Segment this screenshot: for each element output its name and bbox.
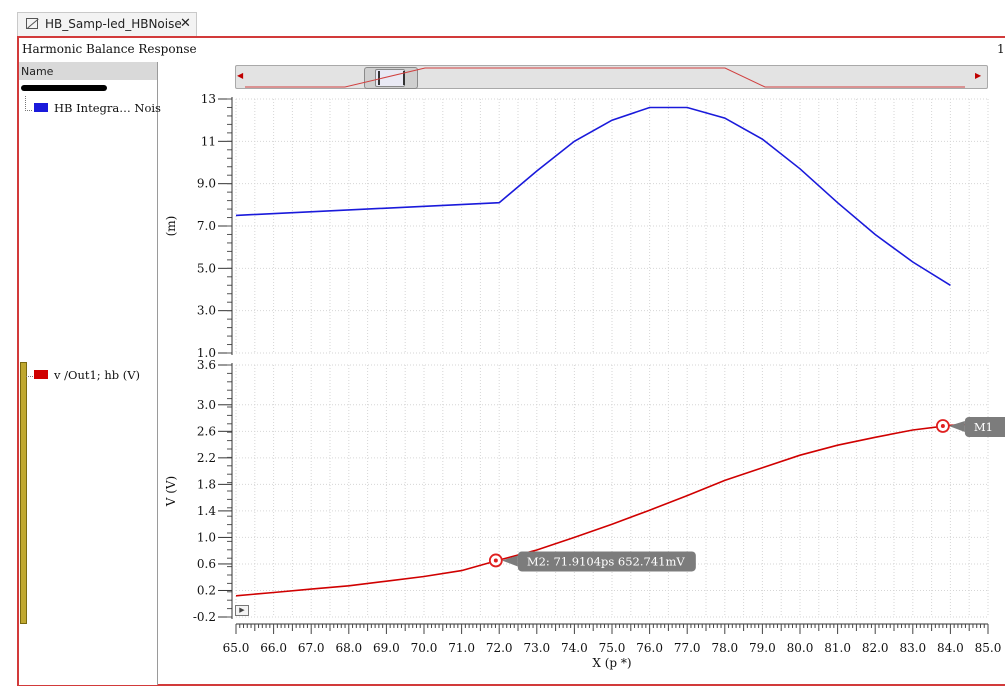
- x-tick-label: 67.0: [298, 641, 325, 655]
- marker-label: M2: 71.9104ps 652.741mV: [527, 554, 686, 568]
- x-tick-label: 71.0: [448, 641, 475, 655]
- x-tick-label: 73.0: [523, 641, 550, 655]
- x-tick-label: 82.0: [862, 641, 889, 655]
- marker-label: M1: [974, 420, 993, 434]
- play-icon[interactable]: ▶: [235, 605, 249, 616]
- y-axis-label: V (V): [164, 476, 178, 508]
- x-tick-label: 85.0: [975, 641, 1002, 655]
- x-tick-label: 69.0: [373, 641, 400, 655]
- y-tick-label: 3.0: [197, 304, 216, 318]
- x-tick-label: 70.0: [411, 641, 438, 655]
- y-tick-label: -0.2: [193, 610, 216, 624]
- y-tick-label: 2.2: [197, 451, 216, 465]
- x-tick-label: 78.0: [711, 641, 738, 655]
- y-axis-label: (m): [164, 216, 178, 237]
- x-tick-label: 81.0: [824, 641, 851, 655]
- grid-bottom: [235, 364, 989, 618]
- marker-dot: [493, 558, 498, 563]
- x-tick-label: 80.0: [787, 641, 814, 655]
- y-tick-label: 13: [201, 92, 216, 106]
- x-tick-label: 75.0: [599, 641, 626, 655]
- x-tick-label: 76.0: [636, 641, 663, 655]
- y-tick-label: 11: [201, 134, 216, 148]
- x-tick-label: 66.0: [260, 641, 287, 655]
- marker-dot: [940, 424, 945, 429]
- x-tick-label: 84.0: [937, 641, 964, 655]
- overview-trace: [245, 67, 965, 88]
- y-tick-label: 7.0: [197, 219, 216, 233]
- axes: 13 11 9.0 7.0 5.0 3.0 1.0 (m) 3.6 3.0 2.6 2.2 1.8 1.4…: [164, 92, 1001, 670]
- x-tick-label: 68.0: [335, 641, 362, 655]
- y-tick-label: 3.6: [197, 358, 216, 372]
- y-tick-label: 1.0: [197, 530, 216, 544]
- y-tick-label: 2.6: [197, 424, 216, 438]
- y-tick-label: 3.0: [197, 398, 216, 412]
- y-tick-label: 0.2: [197, 583, 216, 597]
- marker-pointer: [948, 421, 965, 433]
- x-tick-label: 79.0: [749, 641, 776, 655]
- x-tick-label: 72.0: [486, 641, 513, 655]
- x-tick-label: 77.0: [674, 641, 701, 655]
- y-tick-label: 0.6: [197, 557, 216, 571]
- y-tick-label: 9.0: [197, 177, 216, 191]
- grid-top: [235, 98, 989, 354]
- y-tick-label: 1.8: [197, 477, 216, 491]
- y-tick-label: 5.0: [197, 261, 216, 275]
- markers: M2: 71.9104ps 652.741mV M1: [488, 417, 1005, 572]
- plot-area: 13 11 9.0 7.0 5.0 3.0 1.0 (m) 3.6 3.0 2.6 2.2 1.8 1.4…: [164, 67, 1005, 670]
- y-tick-label: 1.4: [197, 504, 216, 518]
- x-tick-label: 83.0: [899, 641, 926, 655]
- x-tick-label: 74.0: [561, 641, 588, 655]
- x-tick-label: 65.0: [223, 641, 250, 655]
- x-axis-label: X (p *): [592, 656, 631, 670]
